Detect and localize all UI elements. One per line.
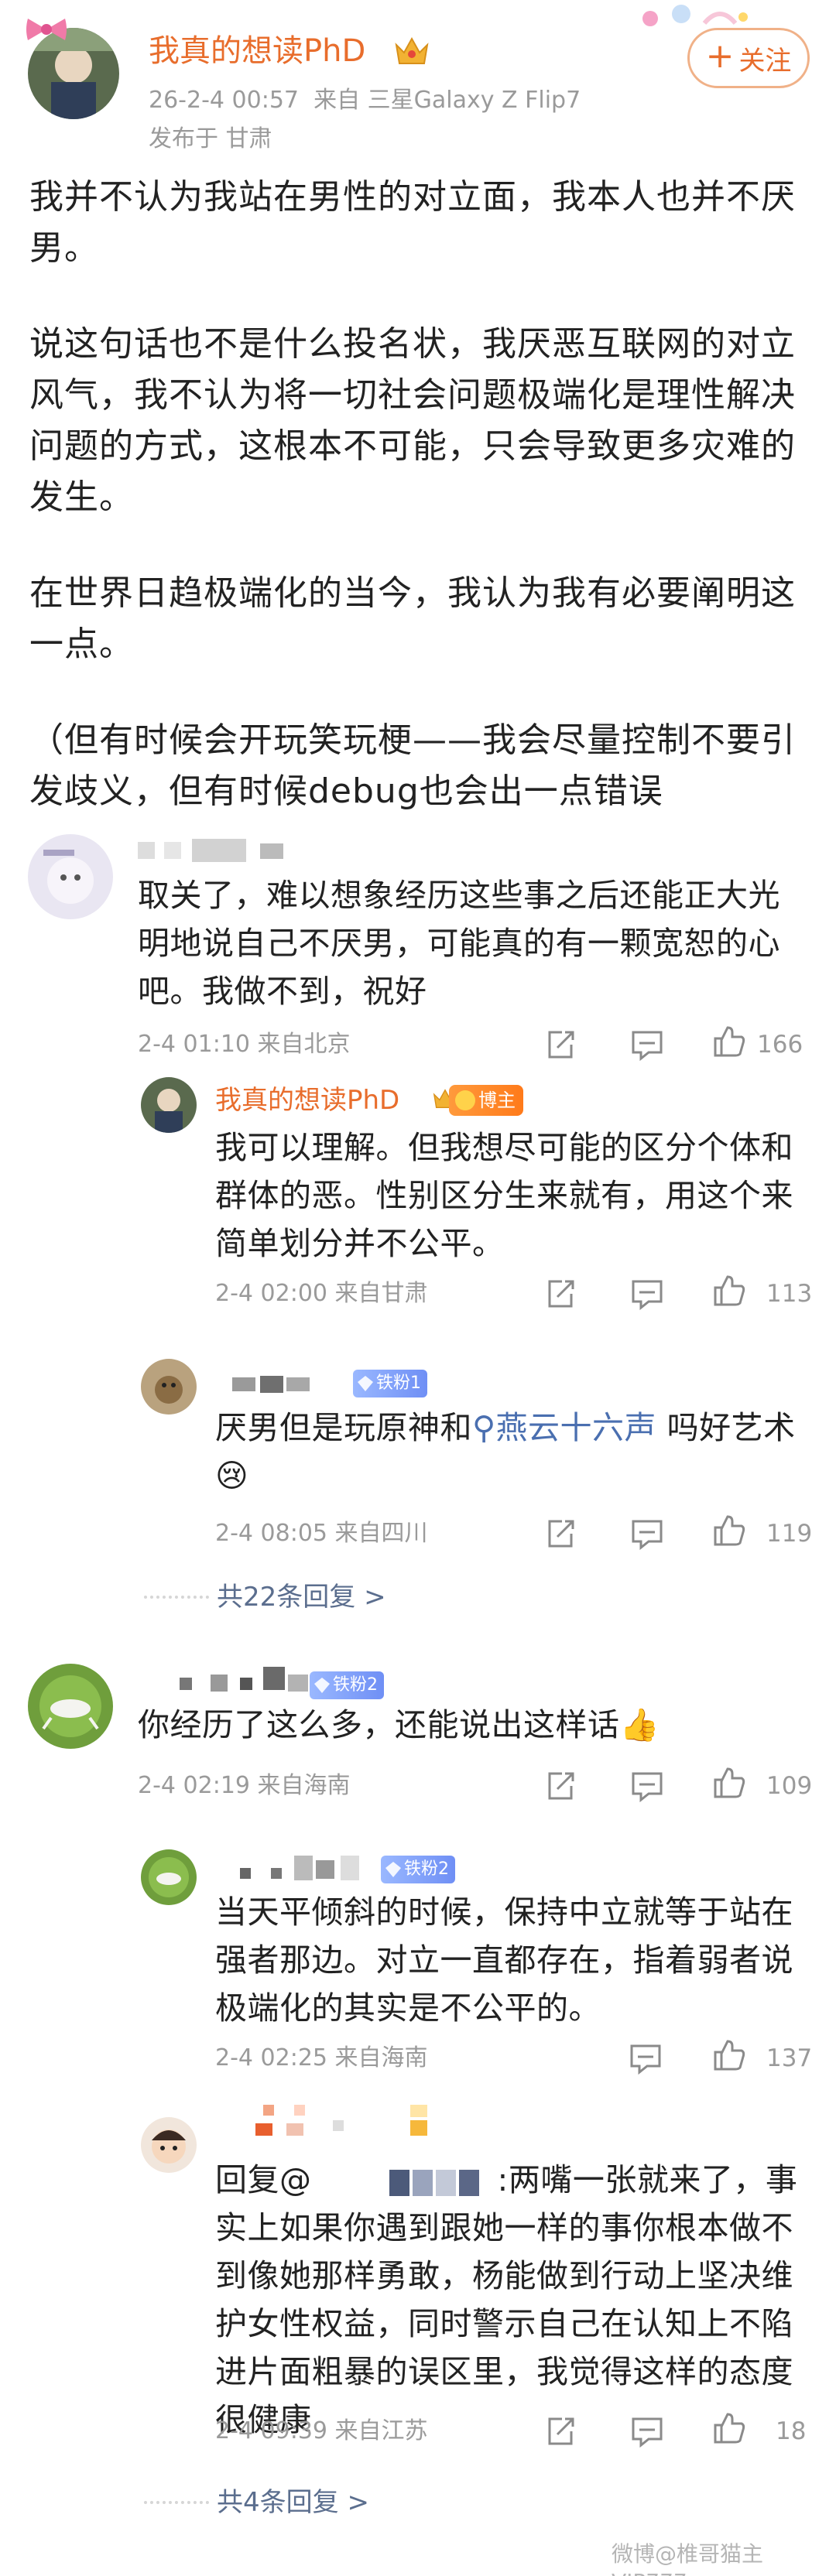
reply-meta: 2-4 02:25 来自海南 — [215, 2044, 428, 2071]
post-paragraph: （但有时候会开玩笑玩梗——我会尽量控制不要引发歧义，但有时候debug也会出一点… — [29, 720, 796, 811]
commenter-avatar[interactable] — [28, 834, 113, 919]
like-count: 113 — [766, 1280, 813, 1308]
blogger-badge: 博主 — [449, 1085, 523, 1116]
share-icon[interactable] — [543, 1028, 577, 1062]
search-icon: ⚲ — [472, 1409, 496, 1446]
comment-meta: 2-4 01:10 来自北京 — [138, 1031, 351, 1058]
like-icon[interactable] — [712, 2038, 746, 2072]
reply-text: 当天平倾斜的时候，保持中立就等于站在强者那边。对立一直都存在，指着弱者说极端化的… — [215, 1894, 793, 2027]
fan-badge: 铁粉2 — [381, 1856, 455, 1883]
reply-meta: 2-4 09:39 来自江苏 — [215, 2417, 428, 2444]
watermark: 微博@椎哥猫主VIP777 — [612, 2541, 764, 2576]
reply-text: 厌男但是玩原神和⚲燕云十六声 吗好艺术😢 — [215, 1409, 796, 1494]
comment-text: 取关了，难以想象经历这些事之后还能正大光明地说自己不厌男，可能真的有一颗宽恕的心… — [138, 877, 780, 1010]
reply-text: 回复@:两嘴一张就来了，事实上如果你遇到跟她一样的事你根本做不到像她那样勇敢，杨… — [215, 2161, 798, 2438]
post-source-prefix: 来自 — [314, 87, 361, 114]
comment-icon[interactable] — [630, 2414, 664, 2448]
fan-badge: 铁粉2 — [310, 1671, 384, 1699]
like-icon[interactable] — [712, 1766, 746, 1800]
commenter-avatar[interactable] — [141, 1849, 197, 1905]
thumbs-up-emoji-icon: 👍 — [619, 1706, 660, 1743]
like-count: 137 — [766, 2044, 813, 2072]
like-count: 119 — [766, 1520, 813, 1548]
comment-meta: 2-4 02:19 来自海南 — [138, 1772, 351, 1799]
sad-emoji-icon: 😢 — [215, 1457, 249, 1494]
comment-icon[interactable] — [629, 2041, 663, 2075]
follow-button[interactable]: + 关注 — [687, 28, 810, 88]
post-paragraph: 我并不认为我站在男性的对立面，我本人也并不厌男。 — [29, 177, 796, 268]
divider-dots — [144, 1596, 209, 1599]
like-icon[interactable] — [712, 1274, 746, 1308]
like-icon[interactable] — [712, 1514, 746, 1548]
comment-text: 你经历了这么多，还能说出这样话👍 — [138, 1706, 660, 1743]
gem-icon — [358, 1376, 373, 1391]
commenter-avatar[interactable] — [141, 1359, 197, 1415]
like-count: 109 — [766, 1772, 813, 1800]
post-time: 26-2-4 00:57 — [149, 87, 299, 114]
post-time-line: 26-2-4 00:57 来自 三星Galaxy Z Flip7 — [149, 85, 581, 116]
reply-meta: 2-4 08:05 来自四川 — [215, 1520, 428, 1547]
follow-label: 关注 — [738, 45, 792, 77]
like-count: 166 — [757, 1031, 803, 1059]
topic-link[interactable]: ⚲燕云十六声 — [472, 1409, 656, 1446]
share-icon[interactable] — [543, 1769, 577, 1803]
gem-icon — [314, 1678, 330, 1693]
post-source: 三星Galaxy Z Flip7 — [367, 87, 581, 114]
gem-icon — [385, 1862, 401, 1877]
reply-meta: 2-4 02:00 来自甘肃 — [215, 1280, 428, 1307]
bow-decoration-icon — [26, 19, 67, 40]
post-paragraph: 在世界日趋极端化的当今，我认为我有必要阐明这一点。 — [29, 573, 796, 664]
masked-username — [138, 839, 300, 862]
divider-dots — [144, 2501, 209, 2504]
fan-badge: 铁粉1 — [353, 1370, 427, 1397]
post-paragraph: 说这句话也不是什么投名状，我厌恶互联网的对立风气，我不认为将一切社会问题极端化是… — [29, 324, 796, 517]
comment-icon[interactable] — [630, 1517, 664, 1551]
comment-icon[interactable] — [630, 1277, 664, 1311]
like-count: 18 — [776, 2417, 807, 2445]
like-icon[interactable] — [712, 2411, 746, 2445]
author-avatar[interactable] — [141, 1077, 197, 1133]
masked-mention — [312, 2167, 498, 2198]
masked-username — [255, 2105, 441, 2136]
badge-icon — [455, 1090, 475, 1110]
more-replies-link[interactable]: 共4条回复 > — [217, 2485, 369, 2520]
masked-username — [232, 1371, 325, 1396]
comment-icon[interactable] — [630, 1769, 664, 1803]
reply-text: 我可以理解。但我想尽可能的区分个体和群体的恶。性别区分生来就有，用这个来简单划分… — [215, 1129, 793, 1262]
comment-icon[interactable] — [630, 1028, 664, 1062]
plus-icon: + — [705, 36, 735, 76]
post-author-name[interactable]: 我真的想读PhD — [149, 31, 365, 71]
like-icon[interactable] — [712, 1025, 746, 1059]
reply-author-name[interactable]: 我真的想读PhD — [215, 1083, 399, 1117]
reply-prefix[interactable]: 回复@ — [215, 2161, 312, 2198]
commenter-avatar[interactable] — [28, 1664, 113, 1749]
crown-icon — [395, 36, 429, 64]
masked-username — [240, 1852, 372, 1883]
share-icon[interactable] — [543, 1277, 577, 1311]
share-icon[interactable] — [543, 2414, 577, 2448]
post-location: 发布于 甘肃 — [149, 125, 272, 152]
share-icon[interactable] — [543, 1517, 577, 1551]
more-replies-link[interactable]: 共22条回复 > — [217, 1580, 386, 1614]
commenter-avatar[interactable] — [141, 2117, 197, 2173]
